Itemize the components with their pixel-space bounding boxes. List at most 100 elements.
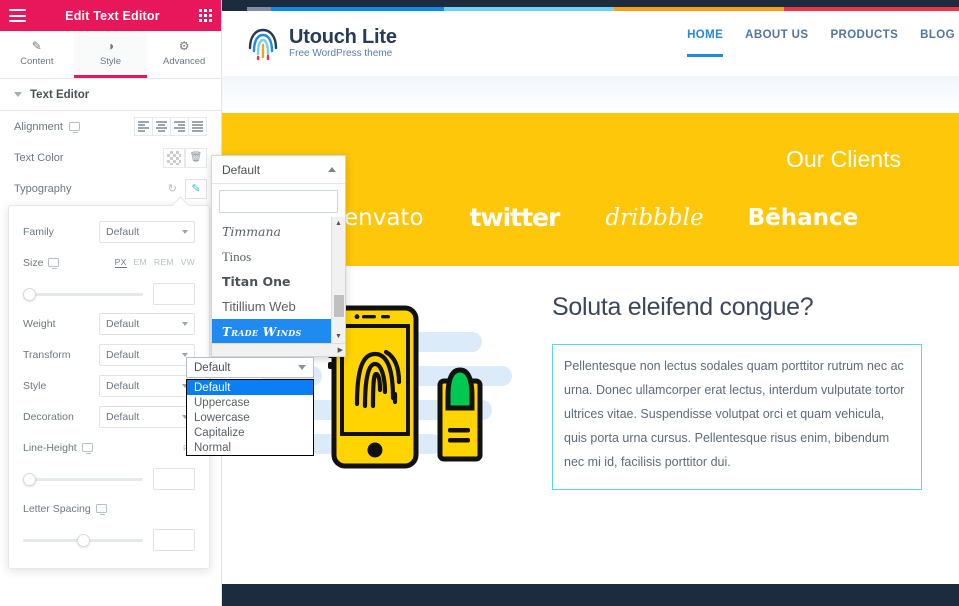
typography-popover: Family Default Size PX EM REM VW Weight …: [8, 205, 210, 569]
hero-spacer: [222, 76, 959, 113]
option-lowercase[interactable]: Lowercase: [187, 410, 313, 425]
hamburger-icon[interactable]: [9, 9, 26, 22]
nav-item-products[interactable]: PRODUCTS: [830, 29, 898, 59]
typography-label: Typography: [14, 182, 72, 195]
font-item-titan-one[interactable]: Titan One: [212, 269, 345, 294]
font-list-hscrollbar[interactable]: ▶: [212, 343, 345, 356]
clients-title: Our Clients: [785, 146, 901, 172]
typo-style-select[interactable]: Default: [99, 374, 195, 397]
typo-letterspacing-input[interactable]: [153, 529, 195, 551]
site-logo[interactable]: Utouch Lite Free WordPress theme: [246, 26, 397, 62]
typo-lineheight-slider[interactable]: [23, 472, 143, 486]
option-capitalize[interactable]: Capitalize: [187, 425, 313, 440]
logo-text-block: Utouch Lite Free WordPress theme: [289, 27, 397, 60]
font-item-timmana[interactable]: Timmana: [212, 219, 345, 244]
slider-knob[interactable]: [77, 533, 90, 547]
chevron-down-icon: [298, 365, 306, 370]
desktop-icon[interactable]: [95, 504, 107, 515]
client-logo-behance: Bēhance: [747, 204, 859, 231]
logo-title: Utouch Lite: [289, 26, 397, 48]
alignment-buttons: [134, 117, 207, 136]
topbar-segment-red: [784, 7, 959, 11]
scroll-up-icon[interactable]: ▲: [332, 217, 345, 230]
typo-lineheight-slider-row: [9, 463, 209, 493]
typography-edit-button[interactable]: ✎: [185, 178, 207, 199]
align-justify-button[interactable]: [188, 117, 207, 136]
typo-style-value: Default: [106, 379, 140, 392]
tab-advanced[interactable]: ⚙ Advanced: [147, 31, 221, 78]
typo-lineheight-input[interactable]: [153, 468, 195, 490]
nav-item-blog[interactable]: BLOG: [920, 29, 955, 59]
color-controls: 🗑: [163, 147, 207, 168]
typo-style-label: Style: [23, 379, 47, 392]
nav-item-home[interactable]: HOME: [687, 29, 724, 59]
color-swatch-button[interactable]: [163, 147, 185, 168]
typo-decoration-select[interactable]: Default: [99, 405, 195, 428]
font-dropdown-toggle[interactable]: Default: [212, 156, 345, 184]
text-color-label: Text Color: [14, 151, 64, 164]
slider-knob[interactable]: [23, 287, 36, 301]
font-item-titillium-web[interactable]: Titillium Web: [212, 294, 345, 319]
typo-transform-select[interactable]: Default: [99, 343, 195, 366]
desktop-icon[interactable]: [68, 122, 80, 133]
typo-size-units: PX EM REM VW: [114, 257, 195, 268]
clear-color-button[interactable]: 🗑: [185, 147, 207, 168]
typo-letterspacing-slider-row: [9, 524, 209, 554]
font-list[interactable]: Timmana Tinos Titan One Titillium Web Tr…: [212, 217, 345, 343]
main-navigation: HOME ABOUT US PRODUCTS BLOG: [687, 29, 959, 59]
nav-item-about-us[interactable]: ABOUT US: [745, 29, 808, 59]
unit-vw[interactable]: VW: [181, 257, 195, 268]
align-center-button[interactable]: [152, 117, 171, 136]
panel-header: Edit Text Editor: [0, 0, 221, 31]
unit-em[interactable]: EM: [134, 257, 147, 268]
typo-lineheight-label: Line-Height: [23, 442, 93, 454]
panel-title: Edit Text Editor: [65, 8, 160, 23]
control-text-color: Text Color 🗑: [0, 142, 221, 173]
scroll-right-icon[interactable]: ▶: [338, 346, 343, 354]
option-uppercase[interactable]: Uppercase: [187, 395, 313, 410]
gear-icon: ⚙: [178, 38, 190, 53]
unit-px[interactable]: PX: [114, 257, 127, 268]
tab-style[interactable]: ◑ Style: [73, 31, 148, 78]
font-item-tinos[interactable]: Tinos: [212, 244, 345, 269]
typo-letterspacing-label: Letter Spacing: [23, 503, 107, 515]
text-editor-widget[interactable]: Pellentesque non lectus sodales quam por…: [552, 344, 922, 490]
chevron-down-icon: [182, 229, 188, 234]
section-title-label: Text Editor: [30, 88, 90, 101]
reset-icon[interactable]: ↻: [168, 182, 177, 195]
typo-transform-label: Transform: [23, 348, 71, 361]
transform-native-select: Default Default Uppercase Lowercase Capi…: [186, 357, 314, 456]
typo-family-label: Family: [23, 225, 54, 238]
pencil-icon: ✎: [191, 183, 201, 195]
option-default[interactable]: Default: [187, 380, 313, 395]
transform-select-closed[interactable]: Default: [186, 357, 314, 378]
font-item-trade-winds[interactable]: Trade Winds: [212, 319, 345, 343]
tab-content[interactable]: ✎ Content: [0, 31, 74, 78]
typo-size-label: Size: [23, 257, 60, 269]
contrast-icon: ◑: [106, 38, 115, 53]
alignment-label: Alignment: [14, 121, 80, 133]
tab-content-label: Content: [20, 55, 54, 67]
typo-size-input[interactable]: [153, 283, 195, 305]
option-normal[interactable]: Normal: [187, 440, 313, 455]
elementor-panel: Edit Text Editor ✎ Content ◑ Style ⚙ Adv…: [0, 0, 222, 606]
trash-icon: 🗑: [189, 152, 203, 163]
typo-weight-label: Weight: [23, 317, 56, 330]
align-left-button[interactable]: [134, 117, 153, 136]
unit-rem[interactable]: REM: [154, 257, 174, 268]
font-search-input[interactable]: [219, 190, 338, 213]
section-header-text-editor[interactable]: Text Editor: [0, 79, 221, 111]
desktop-icon[interactable]: [81, 443, 93, 454]
align-right-button[interactable]: [170, 117, 189, 136]
typo-weight-select[interactable]: Default: [99, 312, 195, 335]
scroll-down-icon[interactable]: ▼: [332, 330, 345, 343]
desktop-icon[interactable]: [48, 258, 60, 269]
font-list-scrollbar[interactable]: ▲ ▼: [331, 217, 345, 343]
typo-family-select[interactable]: Default: [99, 220, 195, 243]
slider-knob[interactable]: [23, 472, 36, 486]
widgets-grid-icon[interactable]: [199, 9, 212, 22]
typo-weight-value: Default: [106, 317, 140, 330]
typo-letterspacing-slider[interactable]: [23, 533, 143, 547]
scrollbar-thumb[interactable]: [334, 295, 344, 317]
typo-size-slider[interactable]: [23, 287, 143, 301]
